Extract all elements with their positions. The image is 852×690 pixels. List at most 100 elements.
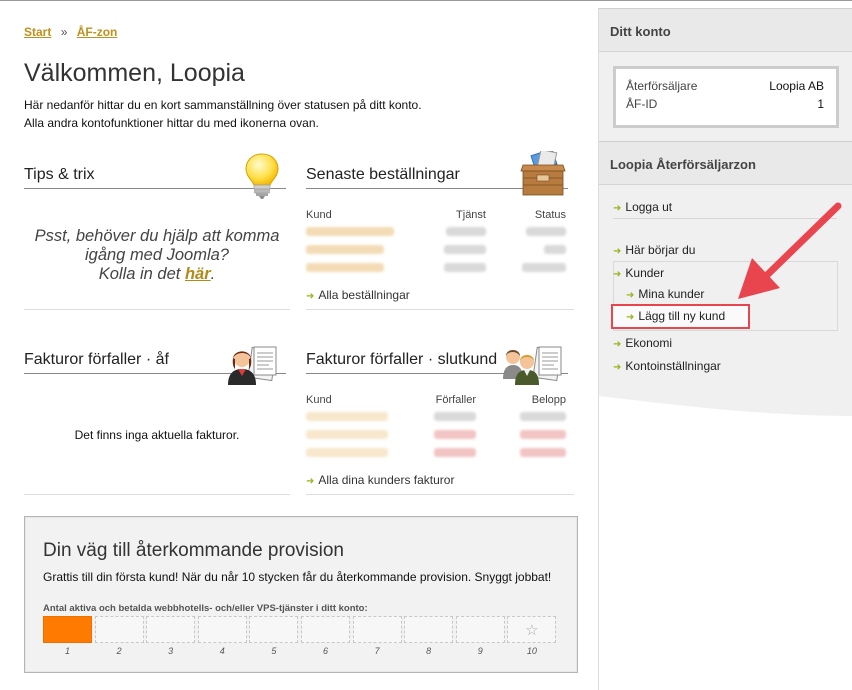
orders-bottom-rule [306, 309, 574, 310]
nav-economy-label: Ekonomi [625, 336, 673, 350]
reseller-value: Loopia AB [769, 79, 824, 93]
bullet-arrow-icon: ➜ [613, 339, 622, 350]
progress-slot-number: 6 [322, 646, 328, 656]
invoices-customer-bottom-rule [306, 494, 574, 495]
progress-slot [455, 616, 505, 643]
bullet-arrow-icon: ➜ [626, 290, 635, 301]
bullet-arrow-icon: ➜ [613, 362, 622, 373]
afid-label: ÅF-ID [626, 97, 658, 111]
progress-slot [197, 616, 247, 643]
nav-add-customer[interactable]: ➜ Lägg till ny kund [626, 309, 725, 323]
invoices-col-belopp: Belopp [531, 394, 566, 406]
orders-box: Senaste beställningar Kund Tjänst Status [306, 151, 574, 311]
progress-slot [404, 616, 454, 643]
bullet-arrow-icon: ➜ [626, 312, 635, 323]
nav-my-customers[interactable]: ➜ Mina kunder [626, 287, 704, 301]
blurred-cell [522, 263, 566, 272]
intro-text: Här nedanför hittar du en kort sammanstä… [24, 96, 422, 132]
invoices-col-forfaller: Förfaller [435, 394, 476, 406]
progress-slot-filled [43, 616, 92, 643]
progress-slot-number: 3 [168, 646, 174, 656]
progress-slot [352, 616, 402, 643]
intro-line-2: Alla andra kontofunktioner hittar du med… [24, 116, 319, 130]
provision-description: Grattis till din första kund! När du når… [43, 570, 552, 584]
bullet-arrow-icon: ➜ [613, 269, 622, 280]
star-icon: ☆ [525, 622, 539, 639]
blurred-cell [306, 263, 384, 272]
invoices-af-box: Fakturor förfaller · åf Det finns inga a… [24, 346, 290, 496]
tips-text: Psst, behöver du hjälp att komma igång m… [24, 227, 290, 284]
orders-title: Senaste beställningar [306, 166, 460, 183]
zone-header: Loopia Återförsäljarzon [599, 141, 852, 185]
nav-customers[interactable]: ➜ Kunder [613, 266, 664, 280]
table-row[interactable] [306, 409, 566, 427]
provision-label: Antal aktiva och betalda webbhotells- oc… [43, 603, 368, 614]
blurred-cell [434, 412, 476, 421]
tips-line-2: igång med Joomla? [84, 246, 229, 264]
progress-slot-number: 9 [477, 646, 483, 656]
sidebar: Ditt konto Återförsäljare Loopia AB ÅF-I… [598, 8, 852, 690]
provision-panel: Din väg till återkommande provision Grat… [24, 516, 578, 673]
orders-col-status: Status [534, 209, 566, 221]
all-customer-invoices-link[interactable]: ➜ Alla dina kunders fakturor [306, 473, 454, 487]
progress-slots: 1 2 3 4 5 6 7 8 9 ☆ 10 [43, 616, 558, 656]
progress-slot-number: 1 [64, 646, 70, 656]
orders-col-kund: Kund [306, 209, 332, 221]
tips-title: Tips & trix [24, 166, 95, 183]
blurred-cell [444, 245, 486, 254]
tips-here-link[interactable]: här [185, 265, 211, 283]
nav-logout[interactable]: ➜ Logga ut [613, 200, 672, 214]
bullet-arrow-icon: ➜ [306, 476, 315, 487]
invoices-col-kund: Kund [306, 394, 332, 406]
breadcrumb: Start » ÅF-zon [24, 25, 117, 39]
bullet-arrow-icon: ➜ [613, 246, 622, 257]
orders-col-tjanst: Tjänst [456, 209, 486, 221]
table-row[interactable] [306, 260, 566, 278]
account-box: Återförsäljare Loopia AB ÅF-ID 1 [613, 66, 839, 128]
account-header: Ditt konto [599, 8, 852, 52]
blurred-cell [446, 227, 486, 236]
breadcrumb-separator: » [60, 25, 68, 39]
progress-slot [249, 616, 299, 643]
reseller-label: Återförsäljare [626, 79, 698, 93]
blurred-cell [526, 227, 566, 236]
blurred-cell [520, 412, 566, 421]
blurred-cell [520, 448, 566, 457]
all-customer-invoices-label: Alla dina kunders fakturor [318, 473, 455, 487]
tips-bottom-rule [24, 309, 290, 310]
table-row[interactable] [306, 242, 566, 260]
nav-start-here[interactable]: ➜ Här börjar du [613, 243, 695, 257]
invoices-customer-title: Fakturor förfaller · slutkund [306, 351, 498, 368]
progress-slot: ☆ [507, 616, 557, 643]
breadcrumb-af-zon[interactable]: ÅF-zon [77, 25, 118, 39]
top-border [0, 0, 852, 1]
progress-slot-number: 7 [374, 646, 380, 656]
bullet-arrow-icon: ➜ [613, 203, 622, 214]
tips-box: Tips & trix Psst, behöver du hjälp att k… [24, 153, 290, 311]
breadcrumb-start[interactable]: Start [24, 25, 51, 39]
progress-slot-number: 4 [219, 646, 225, 656]
invoices-customer-table: Kund Förfaller Belopp [306, 391, 566, 463]
nav-add-customer-label: Lägg till ny kund [638, 309, 726, 323]
tips-line-3-pre: Kolla in det [98, 265, 185, 283]
table-row[interactable] [306, 427, 566, 445]
nav-economy[interactable]: ➜ Ekonomi [613, 336, 672, 350]
invoices-customer-box: Fakturor förfaller · slutkund Kund Förfa… [306, 346, 574, 496]
tips-line-3: Kolla in det här. [24, 265, 290, 284]
provision-title: Din väg till återkommande provision [43, 540, 344, 561]
nav-account-settings[interactable]: ➜ Kontoinställningar [613, 359, 721, 373]
nav-account-settings-label: Kontoinställningar [625, 359, 721, 373]
intro-line-1: Här nedanför hittar du en kort sammanstä… [24, 98, 422, 112]
blurred-cell [444, 263, 486, 272]
invoices-af-title: Fakturor förfaller · åf [24, 351, 169, 368]
table-row[interactable] [306, 445, 566, 463]
blurred-cell [434, 448, 476, 457]
blurred-cell [544, 245, 566, 254]
nav-logout-label: Logga ut [625, 200, 673, 214]
progress-slot-number: 2 [116, 646, 122, 656]
customers-invoice-icon [503, 346, 562, 385]
blurred-cell [434, 430, 476, 439]
progress-slot [94, 616, 144, 643]
all-orders-link[interactable]: ➜ Alla beställningar [306, 288, 410, 302]
table-row[interactable] [306, 224, 566, 242]
